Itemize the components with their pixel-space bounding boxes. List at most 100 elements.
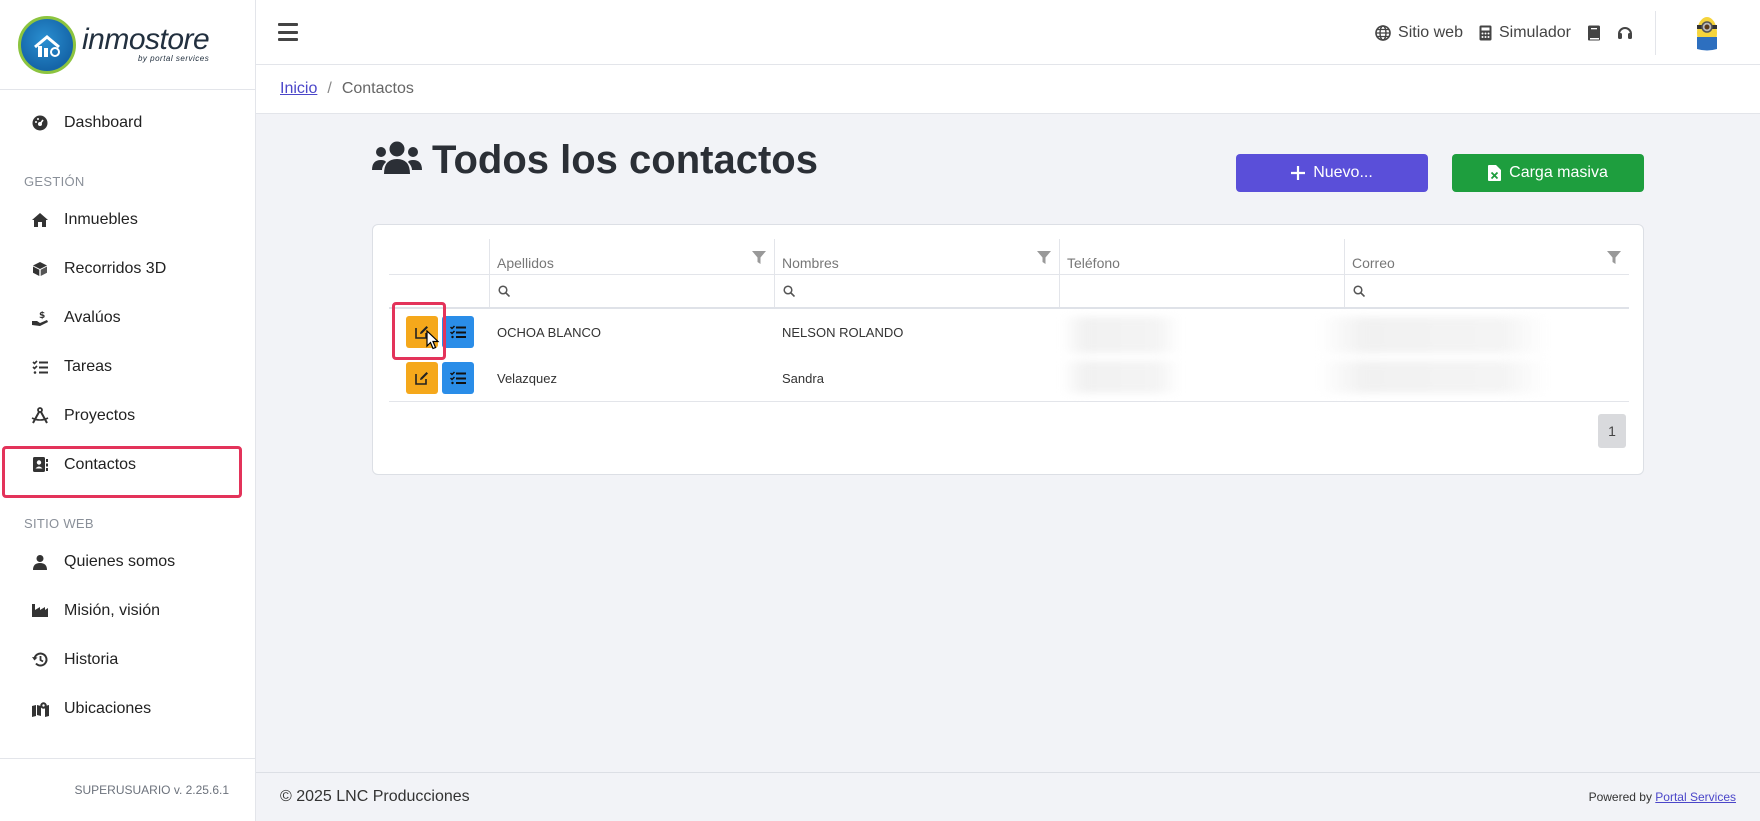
sidebar-item-label: Avalúos	[64, 308, 121, 326]
compass-drafting-icon	[30, 406, 50, 426]
sidebar-item-recorridos[interactable]: Recorridos 3D	[0, 244, 255, 293]
hand-dollar-icon: $	[30, 308, 50, 328]
logo-icon	[18, 15, 76, 74]
filter-icon[interactable]	[1037, 251, 1051, 265]
sidebar: inmostore by portal services Dashboard G…	[0, 0, 256, 821]
history-icon	[30, 650, 50, 670]
powered-by: Powered by Portal Services	[1589, 790, 1736, 804]
address-book-icon	[30, 455, 50, 475]
sidebar-item-label: Recorridos 3D	[64, 259, 167, 277]
tasks-button[interactable]	[442, 316, 474, 348]
simulador-label: Simulador	[1498, 23, 1571, 41]
cell-apellidos: Velazquez	[497, 370, 557, 386]
section-gestion: GESTIÓN	[24, 174, 85, 189]
column-label: Nombres	[782, 254, 839, 271]
copyright: © 2025 LNC Producciones	[280, 788, 470, 805]
sidebar-item-label: Ubicaciones	[64, 699, 152, 717]
sidebar-item-avaluos[interactable]: $ Avalúos	[0, 293, 255, 342]
new-button-label: Nuevo...	[1313, 164, 1373, 181]
sidebar-item-contactos[interactable]: Contactos	[0, 440, 255, 489]
search-icon	[1353, 285, 1365, 297]
topbar: Sitio web Simulador	[256, 0, 1760, 65]
redacted-telefono	[1061, 317, 1181, 353]
column-label: Correo	[1352, 254, 1395, 271]
column-label: Apellidos	[497, 254, 554, 271]
home-icon	[30, 210, 50, 230]
edit-button[interactable]	[406, 362, 438, 394]
cube-icon	[30, 259, 50, 279]
page-header: Todos los contactos	[372, 138, 818, 183]
filter-input-telefono[interactable]	[1059, 275, 1344, 307]
sidebar-item-quienes-somos[interactable]: Quienes somos	[0, 537, 255, 586]
sidebar-item-mision-vision[interactable]: Misión, visión	[0, 586, 255, 635]
bulk-upload-button[interactable]: Carga masiva	[1452, 154, 1644, 192]
list-check-icon	[450, 325, 466, 339]
grid-filter-row	[389, 275, 1629, 309]
sidebar-item-label: Misión, visión	[64, 601, 161, 619]
filter-input-apellidos[interactable]	[489, 275, 774, 307]
sidebar-item-historia[interactable]: Historia	[0, 635, 255, 684]
grid-header: Apellidos Nombres Teléfono Correo	[389, 239, 1629, 275]
hamburger-menu-icon[interactable]	[278, 23, 298, 41]
tasks-button[interactable]	[442, 362, 474, 394]
column-header-correo[interactable]: Correo	[1344, 239, 1629, 274]
filter-icon[interactable]	[1607, 251, 1621, 265]
column-label: Teléfono	[1067, 254, 1120, 271]
grid-bottom-border	[389, 401, 1629, 402]
cell-nombres: NELSON ROLANDO	[782, 324, 904, 340]
sidebar-item-label: Dashboard	[64, 113, 143, 131]
industry-icon	[30, 601, 50, 621]
edit-icon	[415, 372, 428, 385]
sidebar-item-label: Historia	[64, 650, 119, 668]
new-contact-button[interactable]: Nuevo...	[1236, 154, 1428, 192]
gauge-icon	[30, 113, 50, 133]
topbar-divider	[1655, 10, 1656, 55]
sidebar-item-ubicaciones[interactable]: Ubicaciones	[0, 684, 255, 733]
svg-text:$: $	[39, 311, 45, 321]
sidebar-item-inmuebles[interactable]: Inmuebles	[0, 195, 255, 244]
sidebar-item-label: Tareas	[64, 357, 113, 375]
users-icon	[372, 141, 422, 174]
filter-icon[interactable]	[752, 251, 766, 265]
sitio-web-link[interactable]: Sitio web	[1375, 24, 1463, 42]
portal-services-link[interactable]: Portal Services	[1655, 790, 1736, 804]
book-icon[interactable]	[1587, 25, 1601, 41]
headset-icon[interactable]	[1617, 25, 1633, 41]
simulador-link[interactable]: Simulador	[1479, 24, 1571, 42]
sidebar-item-dashboard[interactable]: Dashboard	[0, 98, 255, 147]
plus-icon	[1291, 166, 1306, 180]
breadcrumb-separator: /	[327, 80, 332, 97]
avatar[interactable]	[1694, 15, 1720, 51]
filter-input-nombres[interactable]	[774, 275, 1059, 307]
breadcrumb-home-link[interactable]: Inicio	[280, 80, 317, 98]
search-icon	[783, 285, 795, 297]
sidebar-item-proyectos[interactable]: Proyectos	[0, 391, 255, 440]
actions-column-header	[389, 239, 489, 274]
brand-name: inmostore	[82, 23, 210, 56]
sidebar-item-label: Contactos	[64, 455, 137, 473]
sidebar-item-label: Proyectos	[64, 406, 136, 424]
sidebar-item-tareas[interactable]: Tareas	[0, 342, 255, 391]
tasks-icon	[30, 357, 50, 377]
brand-logo[interactable]: inmostore by portal services	[0, 0, 255, 90]
filter-spacer	[389, 275, 489, 307]
column-header-telefono[interactable]: Teléfono	[1059, 239, 1344, 274]
contacts-card: Apellidos Nombres Teléfono Correo OCHOA …	[372, 224, 1644, 475]
calculator-icon	[1479, 25, 1492, 40]
footer: © 2025 LNC Producciones Powered by Porta…	[256, 772, 1760, 821]
sidebar-item-label: Inmuebles	[64, 210, 138, 228]
globe-icon	[1375, 24, 1391, 41]
brand-sub: by portal services	[137, 54, 210, 63]
user-icon	[30, 552, 50, 572]
column-header-apellidos[interactable]: Apellidos	[489, 239, 774, 274]
filter-input-correo[interactable]	[1344, 275, 1629, 307]
sidebar-item-label: Quienes somos	[64, 552, 176, 570]
pagination-page-1[interactable]: 1	[1598, 414, 1626, 448]
breadcrumb: Inicio / Contactos	[256, 65, 1760, 114]
powered-prefix: Powered by	[1588, 790, 1652, 804]
search-icon	[498, 285, 510, 297]
section-sitio-web: SITIO WEB	[24, 516, 94, 531]
breadcrumb-current: Contactos	[341, 80, 414, 97]
bulk-button-label: Carga masiva	[1509, 164, 1608, 181]
column-header-nombres[interactable]: Nombres	[774, 239, 1059, 274]
